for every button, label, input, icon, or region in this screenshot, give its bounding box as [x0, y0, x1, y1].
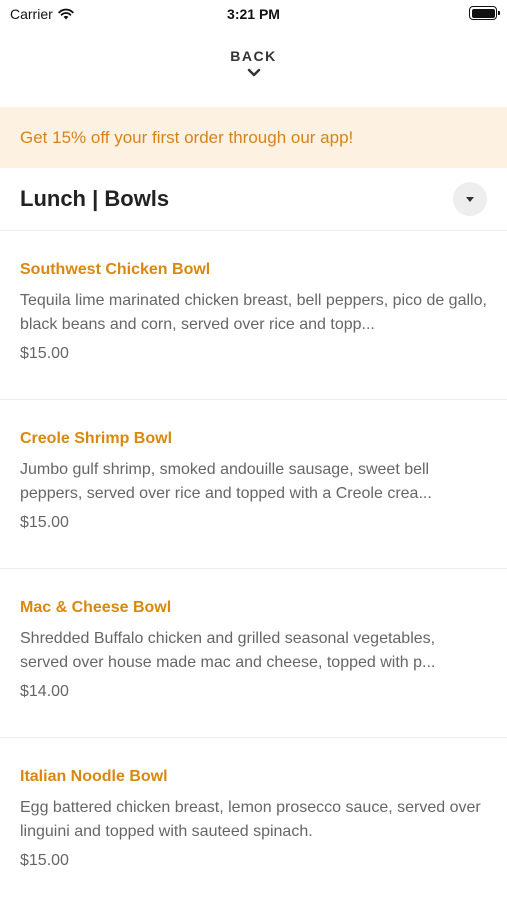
menu-item[interactable]: Mac & Cheese Bowl Shredded Buffalo chick…	[0, 569, 507, 738]
menu-item-name: Italian Noodle Bowl	[20, 768, 168, 785]
menu-item-description: Egg battered chicken breast, lemon prose…	[20, 799, 481, 840]
battery-icon	[469, 6, 500, 20]
menu-item-description: Jumbo gulf shrimp, smoked andouille saus…	[20, 461, 432, 502]
menu-item-price: $15.00	[20, 852, 69, 869]
caret-down-icon	[466, 196, 474, 202]
menu-item[interactable]: Italian Noodle Bowl Egg battered chicken…	[0, 738, 507, 900]
status-time: 3:21 PM	[227, 6, 280, 22]
menu-item-description: Tequila lime marinated chicken breast, b…	[20, 292, 487, 333]
menu-item-list: Southwest Chicken Bowl Tequila lime mari…	[0, 231, 507, 900]
category-title: Lunch | Bowls	[20, 186, 170, 211]
status-bar: Carrier 3:21 PM	[0, 0, 507, 28]
category-dropdown-button[interactable]	[453, 182, 487, 216]
back-button[interactable]: BACK	[0, 48, 507, 78]
menu-item-price: $15.00	[20, 345, 69, 362]
menu-item-price: $14.00	[20, 683, 69, 700]
back-label: BACK	[230, 48, 277, 64]
menu-item-name: Creole Shrimp Bowl	[20, 430, 173, 447]
menu-item-description: Shredded Buffalo chicken and grilled sea…	[20, 630, 436, 671]
promo-banner[interactable]: Get 15% off your first order through our…	[0, 107, 507, 168]
menu-item[interactable]: Creole Shrimp Bowl Jumbo gulf shrimp, sm…	[0, 400, 507, 569]
chevron-down-icon	[247, 68, 260, 77]
menu-item-price: $15.00	[20, 514, 69, 531]
menu-item-name: Southwest Chicken Bowl	[20, 261, 211, 278]
promo-text: Get 15% off your first order through our…	[20, 127, 354, 147]
menu-item[interactable]: Southwest Chicken Bowl Tequila lime mari…	[0, 231, 507, 400]
category-header: Lunch | Bowls	[0, 168, 507, 231]
menu-item-name: Mac & Cheese Bowl	[20, 599, 172, 616]
